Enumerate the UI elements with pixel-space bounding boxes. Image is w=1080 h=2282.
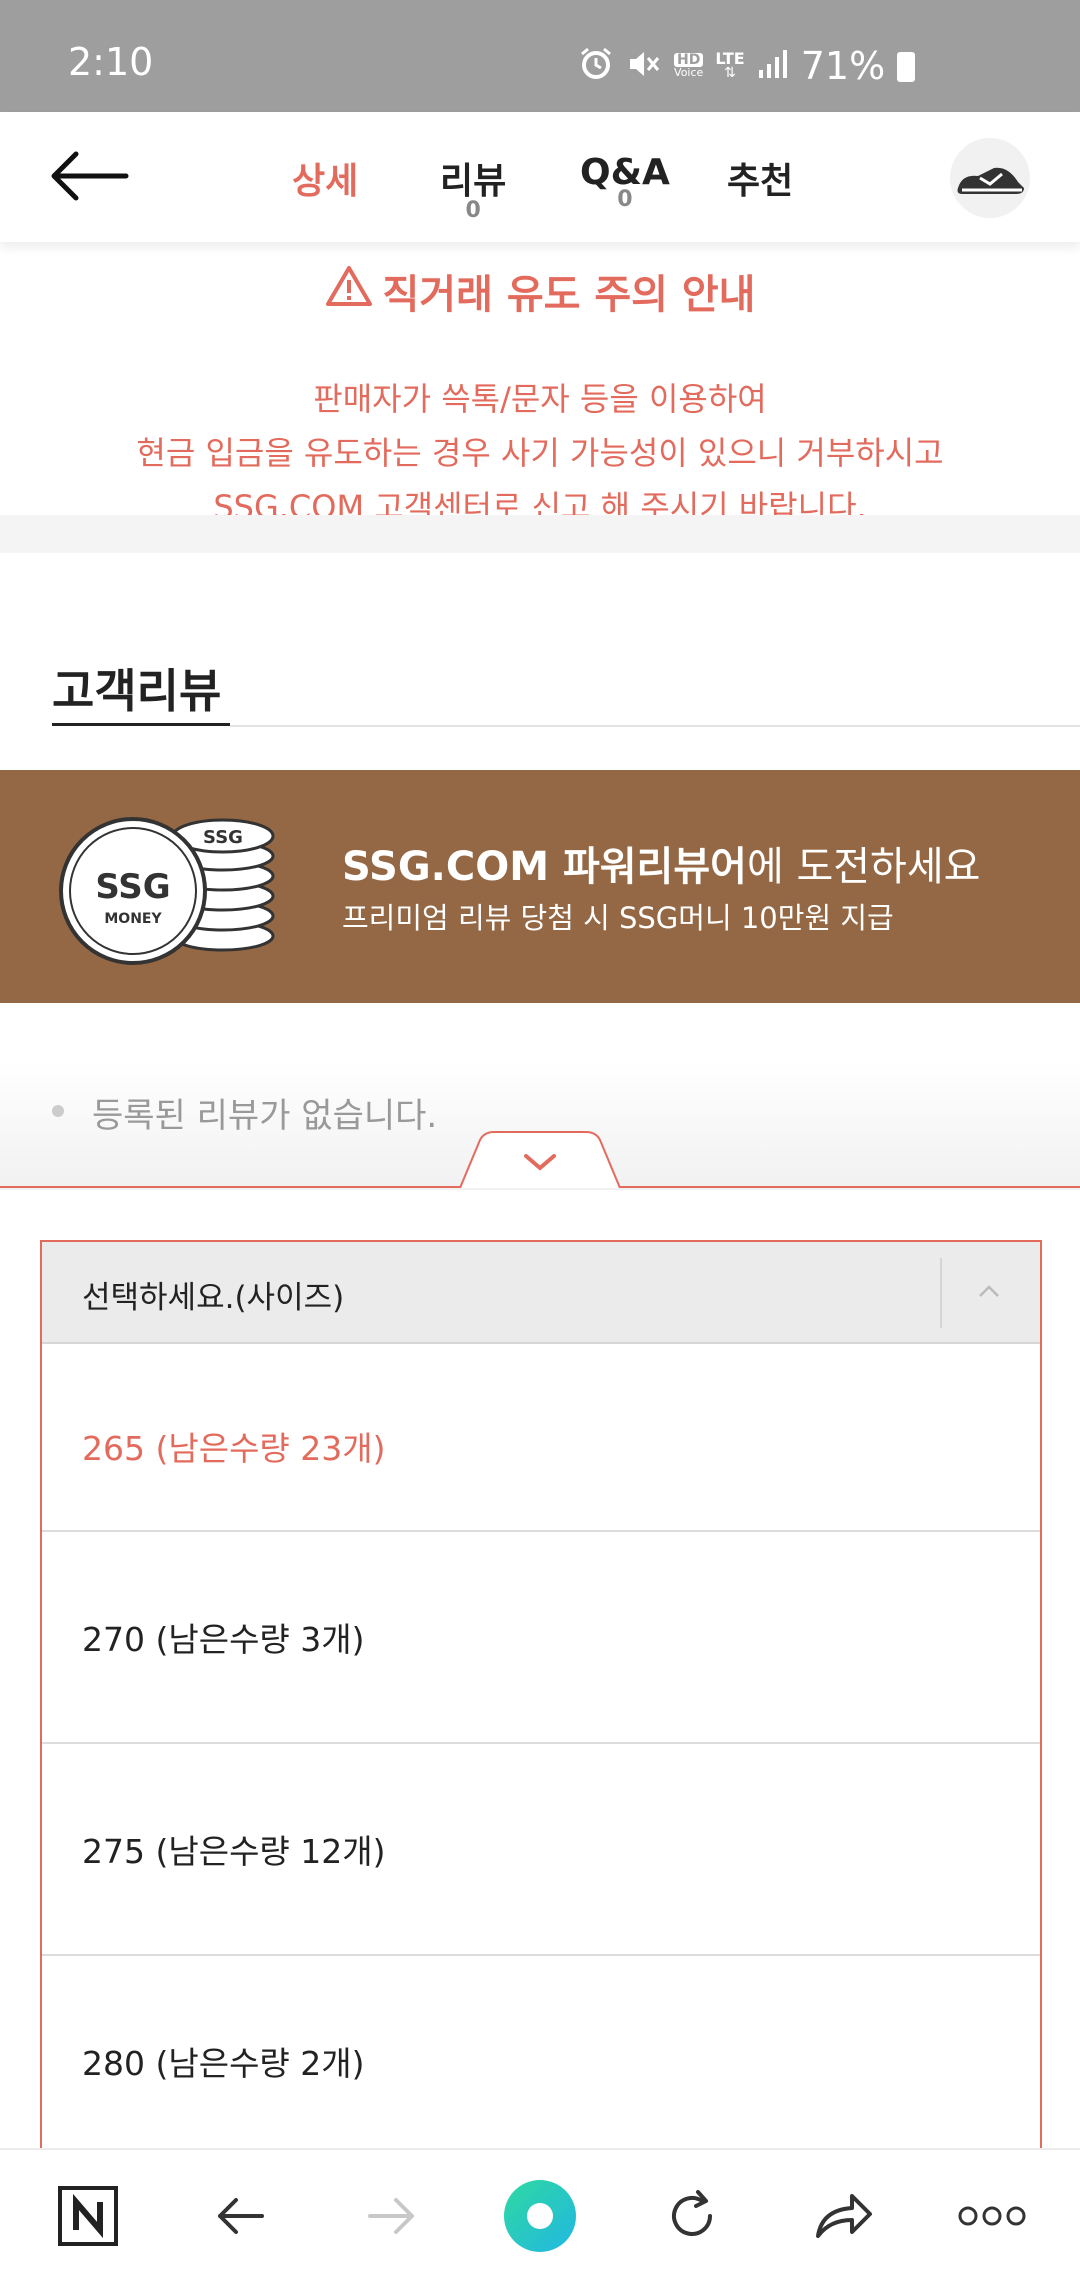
product-thumbnail[interactable] [950, 138, 1030, 218]
direct-trade-warning: 직거래 유도 주의 안내 판매자가 쓱톡/문자 등을 이용하여 현금 입금을 유… [0, 250, 1080, 534]
lte-icon: LTE ⇅ [715, 49, 745, 81]
browser-bottom-nav [0, 2148, 1080, 2282]
ssg-money-coins-icon: SSG SSG MONEY [58, 806, 298, 966]
warning-body: 판매자가 쓱톡/문자 등을 이용하여 현금 입금을 유도하는 경우 사기 가능성… [0, 372, 1080, 534]
voice-label: Voice [674, 66, 704, 79]
title-rule [230, 725, 1080, 727]
size-select-dropdown: 선택하세요.(사이즈) 265 (남은수량 23개) 270 (남은수량 3개)… [40, 1240, 1042, 2242]
status-bar: 2:10 HD Voice LTE ⇅ 71% [0, 0, 1080, 112]
banner-subtext: 프리미엄 리뷰 당첨 시 SSG머니 10만원 지급 [342, 901, 894, 935]
banner-headline: SSG.COM 파워리뷰어에 도전하세요 [342, 834, 980, 892]
alarm-icon [578, 46, 614, 86]
review-section-title: 고객리뷰 [52, 664, 222, 718]
tab-qna[interactable]: Q&A 0 [580, 152, 670, 212]
empty-review-text: 등록된 리뷰가 없습니다. [92, 1096, 438, 1136]
hd-voice-icon: HD Voice [674, 53, 704, 79]
banner-headline-bold: SSG.COM 파워리뷰어 [342, 844, 747, 890]
tab-recommend[interactable]: 추천 [727, 152, 793, 204]
back-icon[interactable] [200, 2178, 280, 2254]
size-option-270[interactable]: 270 (남은수량 3개) [42, 1532, 1040, 1744]
size-select-placeholder: 선택하세요.(사이즈) [82, 1280, 345, 1316]
collapse-toggle[interactable] [459, 1130, 621, 1189]
coin-money-label: MONEY [104, 911, 162, 927]
select-separator [940, 1258, 942, 1328]
hd-label: HD [674, 53, 704, 67]
size-option-label: 270 (남은수량 3개) [82, 1620, 365, 1659]
size-option-label: 280 (남은수량 2개) [82, 2044, 365, 2083]
tab-detail[interactable]: 상세 [292, 152, 358, 204]
size-option-275[interactable]: 275 (남은수량 12개) [42, 1744, 1040, 1956]
warning-line-1: 판매자가 쓱톡/문자 등을 이용하여 [313, 380, 767, 418]
more-icon[interactable] [952, 2178, 1032, 2254]
warning-title: 직거래 유도 주의 안내 [382, 272, 756, 318]
warning-triangle-icon [325, 264, 373, 318]
product-header: 상세 리뷰 0 Q&A 0 추천 [0, 112, 1080, 242]
green-dot-home-icon[interactable] [500, 2178, 580, 2254]
naver-home-icon[interactable] [48, 2178, 128, 2254]
tab-recommend-label: 추천 [727, 161, 794, 202]
chevron-up-icon[interactable] [974, 1276, 1004, 1306]
tab-detail-label: 상세 [292, 161, 359, 202]
forward-icon[interactable] [352, 2178, 432, 2254]
coin-small-label: SSG [203, 827, 243, 848]
lte-label: LTE [715, 49, 745, 68]
size-option-280[interactable]: 280 (남은수량 2개) [42, 1956, 1040, 2168]
warning-line-2: 현금 입금을 유도하는 경우 사기 가능성이 있으니 거부하시고 [136, 434, 944, 472]
share-icon[interactable] [804, 2178, 884, 2254]
size-option-265[interactable]: 265 (남은수량 23개) [42, 1344, 1040, 1532]
title-underline [52, 723, 230, 726]
mute-icon [626, 46, 662, 86]
tab-review-label: 리뷰 [440, 161, 507, 202]
signal-icon [757, 48, 789, 84]
refresh-icon[interactable] [652, 2178, 732, 2254]
size-option-label: 275 (남은수량 12개) [82, 1832, 386, 1871]
banner-headline-rest: 에 도전하세요 [746, 844, 981, 890]
tab-bar: 상세 리뷰 0 Q&A 0 추천 [0, 112, 1080, 242]
power-reviewer-banner[interactable]: SSG SSG MONEY SSG.COM 파워리뷰어에 도전하세요 프리미엄 … [0, 770, 1080, 1003]
section-divider [0, 515, 1080, 553]
tab-review[interactable]: 리뷰 0 [440, 152, 506, 223]
battery-icon [897, 52, 916, 82]
size-select-header[interactable]: 선택하세요.(사이즈) [42, 1242, 1040, 1344]
coin-big-label: SSG [95, 867, 170, 907]
battery-percent: 71% [800, 44, 886, 88]
bullet-dot [52, 1105, 64, 1117]
size-option-label: 265 (남은수량 23개) [82, 1429, 386, 1468]
warning-title-row: 직거래 유도 주의 안내 [0, 262, 1080, 320]
status-time: 2:10 [68, 40, 154, 84]
